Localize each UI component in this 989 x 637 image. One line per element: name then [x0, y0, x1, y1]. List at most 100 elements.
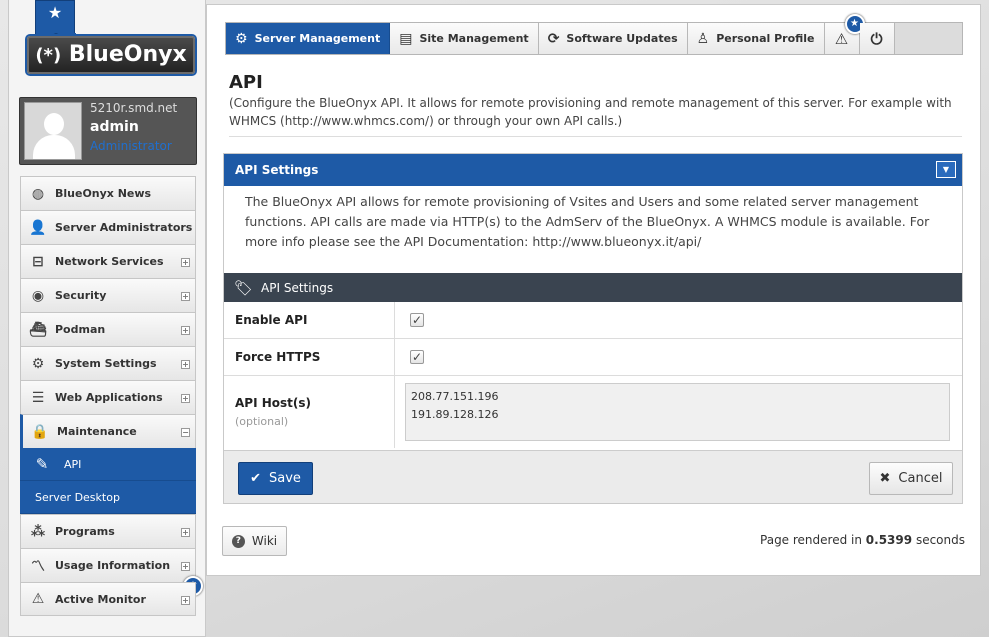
- sidebar: ★ (*) BlueOnyx 5210r.smd.net admin Admin…: [8, 0, 206, 637]
- sidebar-item-label: Network Services: [55, 255, 164, 268]
- form-section-title: API Settings: [261, 280, 334, 295]
- gear-icon: ⚙: [31, 355, 45, 372]
- expand-icon[interactable]: +: [181, 528, 190, 537]
- sidebar-item-network-services[interactable]: ⊟ Network Services +: [20, 244, 196, 278]
- enable-api-label: Enable API: [224, 302, 395, 338]
- tab-label: Server Management: [254, 32, 381, 45]
- expand-icon[interactable]: +: [181, 562, 190, 571]
- sidebar-item-label: Web Applications: [55, 391, 163, 404]
- sidebar-item-label: Podman: [55, 323, 106, 336]
- tab-site-management[interactable]: ▤ Site Management: [390, 23, 539, 54]
- sidebar-item-label: Security: [55, 289, 107, 302]
- page-title: API: [229, 72, 263, 93]
- sidebar-item-server-administrators[interactable]: 👤 Server Administrators: [20, 210, 196, 244]
- logo-ribbon: ★: [35, 0, 76, 41]
- avatar: [24, 102, 82, 160]
- container-icon: ⛴: [29, 321, 47, 338]
- check-icon: ✔: [250, 471, 261, 486]
- help-icon: ?: [231, 534, 245, 548]
- sidebar-item-active-monitor[interactable]: ⚠ Active Monitor +: [20, 582, 196, 616]
- warning-icon: ⚠: [31, 591, 45, 607]
- main-panel: ⚙ Server Management ▤ Site Management ⟳ …: [206, 4, 981, 576]
- enable-api-checkbox[interactable]: ✓: [410, 313, 424, 327]
- wiki-button[interactable]: ? Wiki: [222, 526, 287, 556]
- close-icon: ✖: [879, 471, 891, 486]
- chart-icon: 〽: [31, 558, 45, 575]
- warning-icon: ⚠: [834, 29, 849, 48]
- divider: [229, 136, 962, 137]
- tab-bar-filler: [894, 23, 962, 54]
- tab-label: Software Updates: [566, 32, 678, 45]
- panel-intro-text: The BlueOnyx API allows for remote provi…: [245, 194, 930, 249]
- form-actions: ✔ Save ✖ Cancel: [224, 450, 962, 503]
- sidebar-item-podman[interactable]: ⛴ Podman +: [20, 312, 196, 346]
- expand-icon[interactable]: +: [181, 292, 190, 301]
- tab-personal-profile[interactable]: ♙ Personal Profile: [687, 23, 825, 54]
- sidebar-item-label: Server Administrators: [55, 221, 193, 234]
- sidebar-item-usage-information[interactable]: 〽 Usage Information + ★: [20, 548, 203, 596]
- top-navigation: ⚙ Server Management ▤ Site Management ⟳ …: [225, 14, 963, 55]
- page-description: (Configure the BlueOnyx API. It allows f…: [229, 96, 952, 128]
- save-button[interactable]: ✔ Save: [238, 462, 313, 495]
- sidebar-item-label: System Settings: [55, 357, 157, 370]
- sidebar-subitem-api[interactable]: ✎ API: [20, 448, 196, 481]
- user-name: admin: [90, 119, 139, 135]
- server-icon: ☰: [31, 389, 45, 406]
- logo-brand: BlueOnyx: [68, 42, 187, 67]
- sidebar-item-web-applications[interactable]: ☰ Web Applications +: [20, 380, 196, 414]
- tab-label: Site Management: [419, 32, 529, 45]
- user-panel: 5210r.smd.net admin Administrator: [19, 97, 197, 165]
- sidebar-item-label: Active Monitor: [55, 592, 146, 606]
- tab-label: Personal Profile: [716, 32, 815, 45]
- force-https-label: Force HTTPS: [224, 339, 395, 375]
- form-row-force-https: Force HTTPS ✓: [224, 339, 962, 376]
- sidebar-nav: ◍ BlueOnyx News 👤 Server Administrators …: [20, 176, 203, 616]
- form-row-api-hosts: API Host(s) (optional): [224, 376, 962, 448]
- sidebar-subitem-label: API: [64, 457, 82, 471]
- render-time: Page rendered in 0.5399 seconds: [760, 533, 965, 547]
- grid-icon: ▤: [399, 30, 413, 47]
- tags-icon: 🏷: [234, 278, 254, 297]
- expand-icon[interactable]: +: [181, 394, 190, 403]
- sidebar-item-label: Maintenance: [57, 425, 137, 438]
- tab-software-updates[interactable]: ⟳ Software Updates: [538, 23, 688, 54]
- user-role[interactable]: Administrator: [90, 139, 172, 153]
- power-icon: ⏻: [870, 29, 883, 48]
- optional-hint: (optional): [235, 415, 289, 428]
- logo-wordmark: (*) BlueOnyx: [27, 36, 195, 74]
- render-seconds: 0.5399: [865, 533, 913, 547]
- sidebar-item-blueonyx-news[interactable]: ◍ BlueOnyx News: [20, 176, 196, 210]
- api-hosts-textarea[interactable]: [405, 383, 950, 441]
- sidebar-item-label: Programs: [55, 525, 115, 538]
- globe-icon: ◍: [31, 185, 45, 202]
- sidebar-item-security[interactable]: ◉ Security +: [20, 278, 196, 312]
- brand-logo[interactable]: ★ (*) BlueOnyx: [27, 0, 195, 78]
- api-hosts-label: API Host(s) (optional): [224, 376, 395, 448]
- expand-icon[interactable]: +: [181, 360, 190, 369]
- eye-icon: ◉: [31, 287, 45, 304]
- sidebar-item-programs[interactable]: ⁂ Programs +: [20, 514, 196, 548]
- tab-server-management[interactable]: ⚙ Server Management: [226, 23, 391, 54]
- sidebar-subitem-label: Server Desktop: [35, 490, 120, 504]
- collapse-panel-button[interactable]: ▼: [936, 161, 956, 178]
- refresh-icon: ⟳: [547, 30, 560, 47]
- cancel-button[interactable]: ✖ Cancel: [869, 462, 953, 495]
- expand-icon[interactable]: +: [181, 258, 190, 267]
- star-icon: ★: [47, 3, 63, 22]
- network-icon: ⊟: [32, 253, 44, 270]
- sidebar-item-maintenance[interactable]: 🔒 Maintenance −: [20, 414, 196, 448]
- form-row-enable-api: Enable API ✓: [224, 302, 962, 339]
- sidebar-subitem-server-desktop[interactable]: Server Desktop: [20, 481, 196, 514]
- user-host: 5210r.smd.net: [90, 101, 178, 115]
- expand-icon[interactable]: +: [181, 596, 190, 605]
- force-https-checkbox[interactable]: ✓: [410, 350, 424, 364]
- tab-logout[interactable]: ⏻: [859, 23, 895, 54]
- collapse-icon[interactable]: −: [181, 428, 190, 437]
- expand-icon[interactable]: +: [181, 326, 190, 335]
- user-icon: ♙: [696, 30, 710, 47]
- form-section-header: 🏷 API Settings: [224, 273, 962, 302]
- lock-icon: 🔒: [31, 423, 49, 440]
- sidebar-item-system-settings[interactable]: ⚙ System Settings +: [20, 346, 196, 380]
- tab-alerts[interactable]: ⚠ ★: [824, 14, 865, 54]
- sidebar-item-label: BlueOnyx News: [55, 187, 152, 200]
